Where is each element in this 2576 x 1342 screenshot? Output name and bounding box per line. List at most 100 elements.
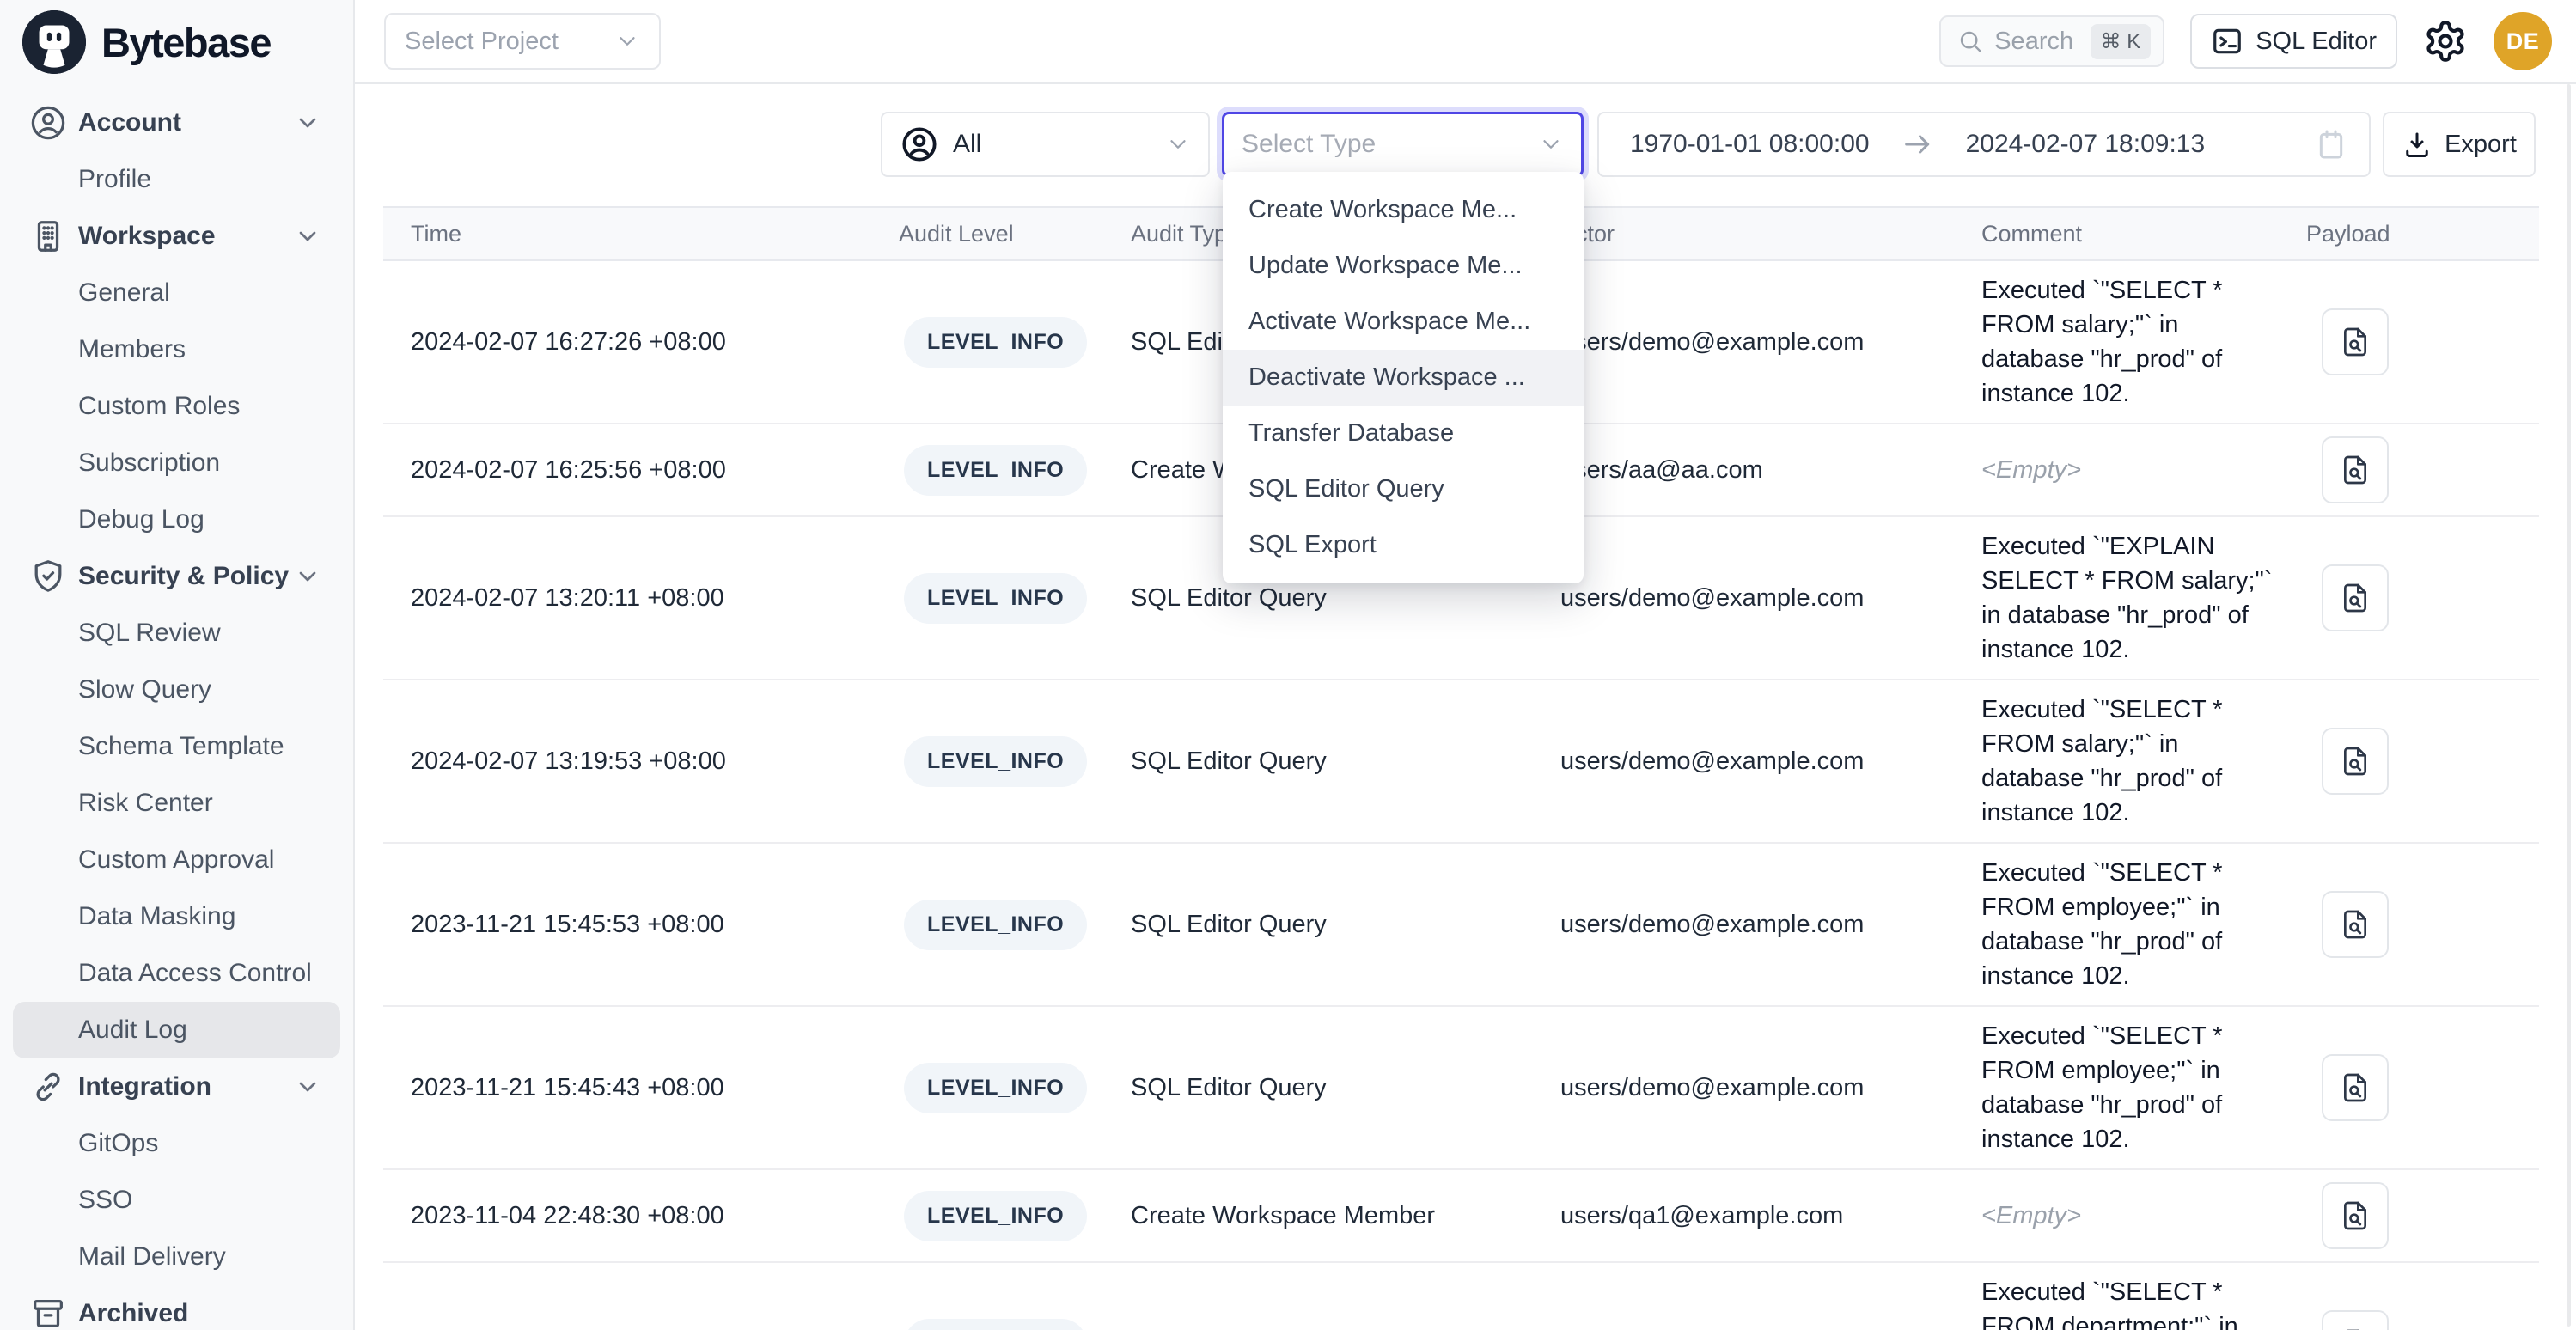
menu-item-transfer-database[interactable]: Transfer Database (1223, 406, 1584, 461)
sidebar-item-label: Integration (78, 1072, 211, 1101)
table-row: 2023-11-04 21:26:34 +08:00LEVEL_INFOSQL … (383, 1263, 2539, 1330)
export-button[interactable]: Export (2383, 112, 2536, 177)
sidebar-item-label: Subscription (78, 448, 220, 478)
integration-icon (28, 1067, 68, 1107)
menu-item-create-workspace-me[interactable]: Create Workspace Me... (1223, 182, 1584, 238)
menu-item-update-workspace-me[interactable]: Update Workspace Me... (1223, 238, 1584, 294)
export-label: Export (2445, 131, 2517, 159)
cell-payload (2298, 308, 2539, 375)
chevron-down-icon (1538, 131, 1564, 157)
security-icon (28, 557, 68, 596)
payload-button[interactable] (2322, 1182, 2389, 1249)
level-badge: LEVEL_INFO (904, 1063, 1087, 1113)
chevron-down-icon (294, 223, 321, 250)
sidebar-item-label: Data Masking (78, 902, 235, 931)
cell-audit-level: LEVEL_INFO (890, 900, 1122, 950)
chevron-down-icon (614, 28, 640, 54)
sidebar-item-audit-log[interactable]: Audit Log (13, 1002, 340, 1058)
payload-button[interactable] (2322, 1310, 2389, 1330)
payload-button[interactable] (2322, 308, 2389, 375)
cell-audit-level: LEVEL_INFO (890, 573, 1122, 624)
cell-audit-type: SQL Editor Query (1122, 747, 1552, 776)
sidebar-item-mail-delivery[interactable]: Mail Delivery (13, 1229, 340, 1285)
sidebar-item-sso[interactable]: SSO (13, 1172, 340, 1229)
sidebar-item-archived[interactable]: Archived (13, 1285, 340, 1342)
sql-editor-label: SQL Editor (2256, 27, 2377, 56)
sidebar-item-custom-approval[interactable]: Custom Approval (13, 832, 340, 888)
payload-button[interactable] (2322, 1054, 2389, 1121)
menu-item-sql-export[interactable]: SQL Export (1223, 517, 1584, 573)
avatar[interactable]: DE (2494, 12, 2552, 70)
cell-payload (2298, 1054, 2539, 1121)
sidebar-item-general[interactable]: General (13, 265, 340, 321)
file-search-icon (2338, 453, 2372, 487)
file-search-icon (2338, 325, 2372, 359)
topbar: Select Project Search ⌘ K SQL Editor DE (355, 0, 2576, 84)
sidebar-item-integration[interactable]: Integration (13, 1058, 340, 1115)
sidebar: Bytebase Account Profile Workspace General M… (0, 0, 355, 1330)
cell-time: 2024-02-07 13:20:11 +08:00 (383, 584, 890, 613)
date-to-value: 2024-02-07 18:09:13 (1966, 130, 2206, 159)
sidebar-item-label: Slow Query (78, 675, 211, 705)
cell-payload (2298, 891, 2539, 958)
chevron-down-icon (294, 563, 321, 590)
sidebar-item-label: Workspace (78, 222, 216, 251)
cell-payload (2298, 564, 2539, 631)
payload-button[interactable] (2322, 728, 2389, 795)
sidebar-item-label: Profile (78, 165, 151, 194)
sidebar-item-risk-center[interactable]: Risk Center (13, 775, 340, 832)
search-placeholder: Search (1994, 27, 2079, 56)
payload-button[interactable] (2322, 891, 2389, 958)
type-filter-placeholder: Select Type (1242, 130, 1528, 159)
search-icon (1956, 27, 1984, 55)
sidebar-item-data-masking[interactable]: Data Masking (13, 888, 340, 945)
sidebar-item-members[interactable]: Members (13, 321, 340, 378)
sidebar-item-workspace[interactable]: Workspace (13, 208, 340, 265)
sidebar-item-data-access-control[interactable]: Data Access Control (13, 945, 340, 1002)
terminal-icon (2211, 25, 2243, 58)
cell-payload (2298, 1310, 2539, 1330)
sql-editor-button[interactable]: SQL Editor (2190, 14, 2397, 69)
sidebar-item-label: Members (78, 335, 186, 364)
sidebar-item-subscription[interactable]: Subscription (13, 435, 340, 491)
sidebar-nav: Account Profile Workspace General Members Cus… (0, 84, 353, 1342)
file-search-icon (2338, 1199, 2372, 1233)
cell-comment: Executed `"SELECT * FROM salary;"` in da… (1973, 692, 2298, 830)
sidebar-item-schema-template[interactable]: Schema Template (13, 718, 340, 775)
sidebar-item-label: Custom Roles (78, 392, 240, 421)
brand-logo[interactable]: Bytebase (0, 0, 353, 84)
date-range-picker[interactable]: 1970-01-01 08:00:00 2024-02-07 18:09:13 (1597, 112, 2371, 177)
cell-payload (2298, 1182, 2539, 1249)
sidebar-item-label: SQL Review (78, 619, 221, 648)
sidebar-item-custom-roles[interactable]: Custom Roles (13, 378, 340, 435)
actor-filter-select[interactable]: All (881, 112, 1210, 177)
sidebar-item-security-policy[interactable]: Security & Policy (13, 548, 340, 605)
search-input[interactable]: Search ⌘ K (1939, 15, 2164, 67)
sidebar-item-debug-log[interactable]: Debug Log (13, 491, 340, 548)
calendar-icon (2314, 127, 2348, 162)
sidebar-item-profile[interactable]: Profile (13, 151, 340, 208)
type-filter-select[interactable]: Select Type (1222, 112, 1584, 177)
scrollbar[interactable] (2567, 84, 2571, 1327)
cell-audit-level: LEVEL_INFO (890, 445, 1122, 496)
integration-icon (28, 1067, 68, 1107)
level-badge: LEVEL_INFO (904, 1319, 1087, 1331)
date-from-value: 1970-01-01 08:00:00 (1630, 130, 1870, 159)
sidebar-item-gitops[interactable]: GitOps (13, 1115, 340, 1172)
menu-item-sql-editor-query[interactable]: SQL Editor Query (1223, 461, 1584, 517)
sidebar-item-sql-review[interactable]: SQL Review (13, 605, 340, 662)
payload-button[interactable] (2322, 564, 2389, 631)
cell-payload (2298, 728, 2539, 795)
menu-item-activate-workspace-me[interactable]: Activate Workspace Me... (1223, 294, 1584, 350)
gear-icon (2423, 19, 2468, 64)
menu-item-deactivate-workspace[interactable]: Deactivate Workspace ... (1223, 350, 1584, 406)
project-select[interactable]: Select Project (384, 13, 661, 70)
sidebar-item-account[interactable]: Account (13, 95, 340, 151)
settings-button[interactable] (2423, 19, 2468, 64)
cell-audit-type: Create Workspace Member (1122, 1202, 1552, 1230)
level-badge: LEVEL_INFO (904, 573, 1087, 624)
sidebar-item-label: Data Access Control (78, 959, 312, 988)
sidebar-item-slow-query[interactable]: Slow Query (13, 662, 340, 718)
account-icon (28, 103, 68, 143)
payload-button[interactable] (2322, 436, 2389, 503)
